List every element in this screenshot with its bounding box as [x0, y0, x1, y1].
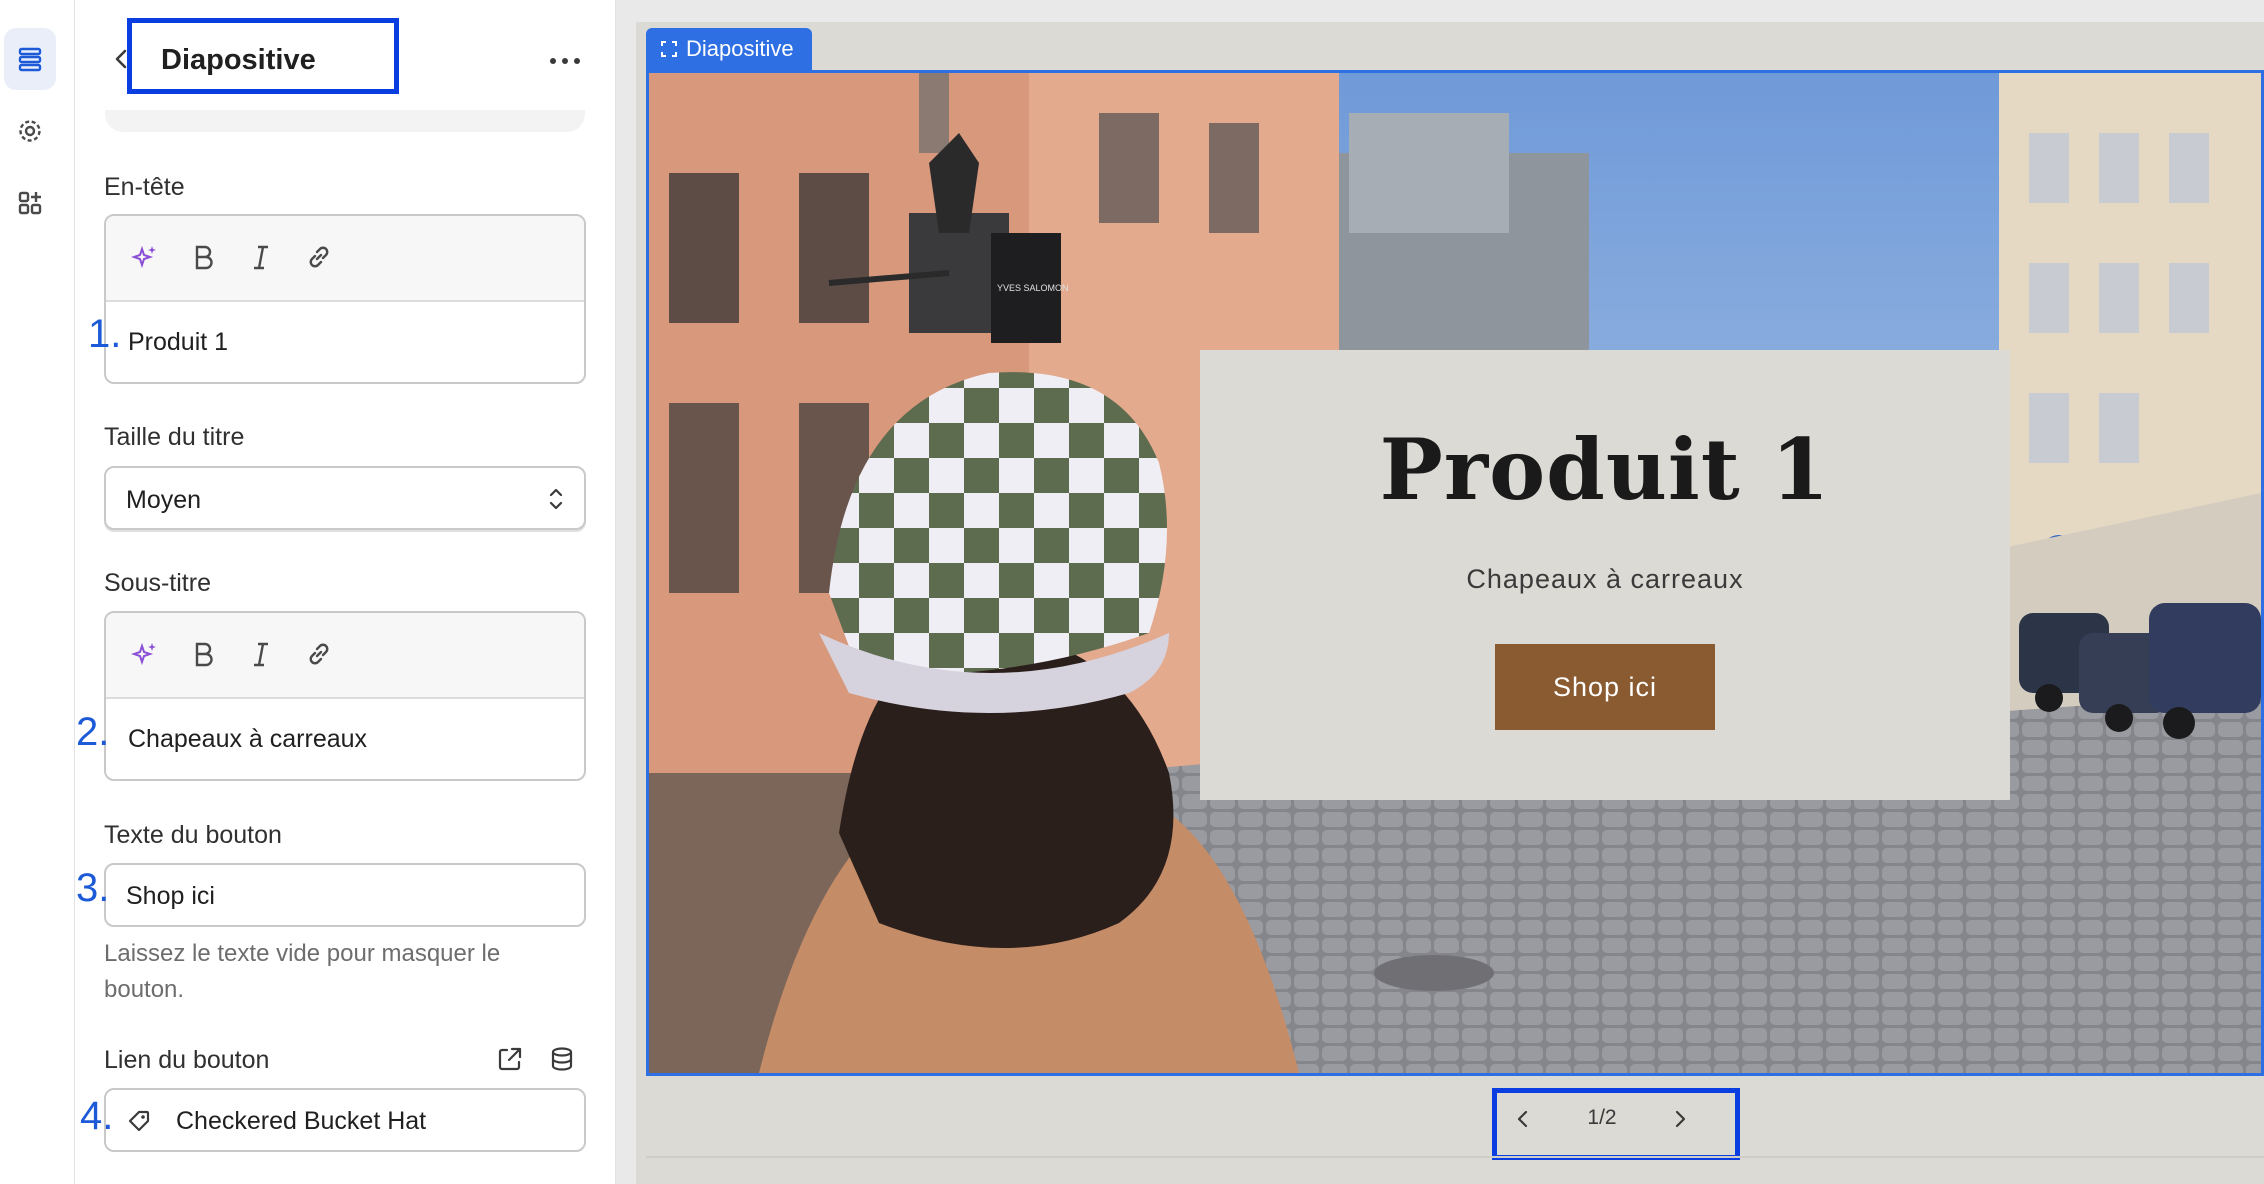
hero-shop-button[interactable]: Shop ici: [1495, 644, 1715, 730]
bold-icon: [195, 642, 213, 667]
select-frame-icon: [661, 41, 677, 57]
heading-editor[interactable]: Produit 1: [104, 214, 586, 384]
subtitle-editor[interactable]: Chapeaux à carreaux: [104, 611, 586, 781]
bold-button[interactable]: [186, 637, 220, 671]
button-link-input[interactable]: Checkered Bucket Hat: [104, 1088, 586, 1152]
gear-icon: [19, 120, 41, 142]
previous-section-clip: [636, 0, 2264, 24]
bold-button[interactable]: [186, 240, 220, 274]
more-options-icon[interactable]: [545, 46, 585, 76]
highlight-box-title: [127, 18, 399, 94]
settings-panel: Diapositive En-tête Produit 1 Taille du …: [75, 0, 616, 1184]
subtitle-value[interactable]: Chapeaux à carreaux: [128, 725, 367, 754]
link-icon: [309, 643, 329, 665]
annotation-number-3: 3.: [76, 866, 110, 910]
heading-label: En-tête: [104, 173, 185, 201]
link-icon: [309, 246, 329, 268]
ai-sparkle-button[interactable]: [128, 240, 162, 274]
apps-button[interactable]: [4, 172, 56, 234]
subtitle-label: Sous-titre: [104, 569, 211, 597]
link-button[interactable]: [302, 240, 336, 274]
link-button[interactable]: [302, 637, 336, 671]
open-external-icon[interactable]: [495, 1044, 525, 1074]
sparkle-icon: [131, 642, 156, 666]
slide-content-box: Produit 1 Chapeaux à carreaux Shop ici: [1200, 350, 2010, 800]
heading-toolbar: [106, 216, 584, 302]
sparkle-icon: [131, 245, 156, 269]
slide-preview[interactable]: YVES SALOMON Produit 1 Chapeaux à carrea…: [646, 70, 2264, 1076]
annotation-number-2: 2.: [76, 710, 110, 754]
app-sidebar: [0, 0, 75, 1184]
bold-icon: [195, 245, 213, 270]
selected-block-tag[interactable]: Diapositive: [646, 28, 812, 70]
button-link-value: Checkered Bucket Hat: [176, 1107, 427, 1135]
shop-sign-text: YVES SALOMON: [997, 283, 1069, 293]
button-text-help: Laissez le texte vide pour masquer le bo…: [104, 940, 501, 1003]
button-text-value: Shop ici: [126, 882, 215, 910]
database-icon[interactable]: [547, 1044, 577, 1074]
previous-section-heading: [1444, 0, 1468, 24]
hero-subtitle: Chapeaux à carreaux: [1466, 564, 1744, 594]
italic-button[interactable]: [244, 240, 278, 274]
button-text-label: Texte du bouton: [104, 821, 282, 849]
italic-button[interactable]: [244, 637, 278, 671]
annotation-number-4: 4.: [80, 1094, 114, 1138]
button-link-label: Lien du bouton: [104, 1046, 270, 1074]
button-text-input[interactable]: Shop ici: [104, 863, 586, 927]
highlight-box-pager: [1492, 1088, 1740, 1160]
ai-sparkle-button[interactable]: [128, 637, 162, 671]
heading-value[interactable]: Produit 1: [128, 328, 228, 357]
tag-icon: [128, 1110, 150, 1132]
title-size-label: Taille du titre: [104, 423, 245, 451]
italic-icon: [254, 642, 268, 667]
italic-icon: [254, 245, 268, 270]
title-size-value: Moyen: [126, 486, 202, 514]
apps-icon: [18, 191, 42, 215]
theme-settings-button[interactable]: [4, 100, 56, 162]
divider: [646, 1156, 2264, 1158]
subtitle-toolbar: [106, 613, 584, 699]
panel-header: Diapositive: [75, 0, 615, 110]
annotation-number-1: 1.: [88, 312, 122, 356]
hero-heading: Produit 1: [1379, 420, 1831, 519]
sections-button[interactable]: [4, 28, 56, 90]
sections-icon: [18, 47, 42, 72]
title-size-select[interactable]: Moyen: [104, 466, 586, 530]
select-chevron-icon: [549, 488, 563, 510]
selected-block-label: Diapositive: [686, 36, 794, 61]
